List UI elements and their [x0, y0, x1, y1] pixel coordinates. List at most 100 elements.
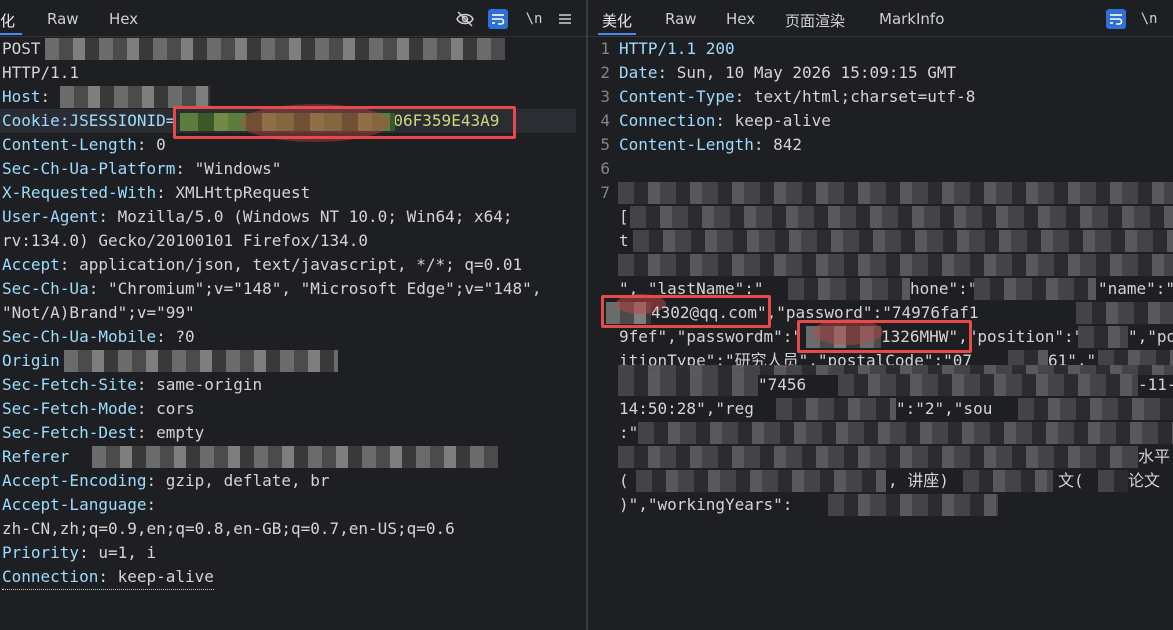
header-accept-encoding: Accept-Encoding: gzip, deflate, br [2, 469, 330, 493]
redacted-origin [64, 350, 338, 372]
body-text: 14:50:28","reg [619, 399, 754, 418]
body-line: :" [619, 421, 638, 445]
header-key: Connection [619, 111, 716, 130]
header-key: Content-Type [619, 87, 735, 106]
body-line: ","po [1128, 325, 1173, 349]
body-line: , 讲座) [888, 469, 949, 493]
redacted-body-row [638, 422, 1173, 444]
header-key: Referer [2, 447, 70, 466]
method-text: POST [2, 39, 41, 58]
tab-hex[interactable]: Hex [109, 10, 138, 28]
tab-hex[interactable]: Hex [726, 10, 755, 28]
body-text: ","po [1128, 327, 1173, 346]
line-number: 4 [600, 111, 610, 130]
body-text: t [619, 231, 629, 250]
newline-toggle[interactable]: \n [1137, 9, 1161, 29]
header-fetch-site: Sec-Fetch-Site: same-origin [2, 373, 262, 397]
body-line: 14:50:28","reg [619, 397, 754, 421]
header-value: : Mozilla/5.0 (Windows NT 10.0; Win64; x… [98, 207, 513, 226]
body-text: "name":" [1098, 279, 1173, 298]
header-value: : XMLHttpRequest [156, 183, 311, 202]
response-tabbar: 美化 Raw Hex 页面渲染 MarkInfo \n [588, 0, 1173, 37]
tab-markinfo[interactable]: MarkInfo [879, 10, 944, 28]
redacted-body-row [633, 230, 1173, 252]
header-platform: Sec-Ch-Ua-Platform: "Windows" [2, 157, 281, 181]
header-key: Accept-Encoding [2, 471, 147, 490]
menu-icon[interactable] [555, 9, 575, 29]
header-accept-language: Accept-Language: [2, 493, 156, 517]
header-key: Sec-Ch-Ua-Mobile [2, 327, 157, 346]
eye-off-icon[interactable] [455, 9, 475, 29]
header-key: Priority [2, 543, 80, 562]
header-value: : ?0 [156, 327, 195, 346]
body-line: [ [619, 205, 629, 229]
body-line: "name":" [1098, 277, 1173, 301]
wrap-icon[interactable] [488, 9, 508, 29]
header-value: : application/json, text/javascript, */*… [59, 255, 523, 274]
tab-raw[interactable]: Raw [47, 10, 79, 28]
body-text: ":"2","sou [896, 399, 993, 418]
newline-toggle[interactable]: \n [522, 9, 546, 29]
redacted-host [60, 86, 210, 108]
wrap-icon[interactable] [1106, 9, 1126, 29]
header-key: Accept [2, 255, 60, 274]
redacted-working-years [828, 494, 998, 516]
redacted-body-row [838, 374, 1138, 396]
header-key: Sec-Fetch-Dest [2, 423, 137, 442]
header-user-agent-cont: rv:134.0) Gecko/20100101 Firefox/134.0 [2, 229, 368, 253]
tab-render[interactable]: 页面渲染 [785, 10, 845, 31]
body-text: "7456 [758, 375, 807, 394]
body-line: ( [619, 469, 629, 493]
header-origin: Origin [2, 349, 60, 373]
status-text: HTTP/1.1 200 [619, 39, 735, 58]
redacted-last-name [788, 278, 910, 300]
body-line: t [619, 229, 629, 253]
header-referer: Referer [2, 445, 69, 469]
line-number: 5 [600, 135, 610, 154]
redacted-body-row [618, 374, 758, 396]
body-line: 论文 [1128, 469, 1160, 493]
request-pane: 化 Raw Hex \n POST HTTP/1.1 Host: Cookie:… [0, 0, 586, 630]
redacted-referer [92, 446, 498, 468]
header-value: : text/html;charset=utf-8 [734, 87, 976, 106]
header-value: : empty [136, 423, 205, 442]
header-value: : same-origin [136, 375, 263, 394]
redacted-body-row [618, 446, 1138, 468]
body-text: 论文 [1128, 471, 1161, 490]
header-key: Sec-Fetch-Site [2, 375, 137, 394]
header-mobile: Sec-Ch-Ua-Mobile: ?0 [2, 325, 195, 349]
protocol-line: HTTP/1.1 [2, 61, 79, 85]
highlight-box-cookie [173, 106, 516, 139]
header-priority: Priority: u=1, i [2, 541, 156, 565]
redacted-register [776, 398, 896, 420]
tab-raw[interactable]: Raw [665, 10, 697, 28]
highlight-box-email [601, 295, 771, 328]
header-key: Cookie:JSESSIONID= [2, 111, 176, 130]
body-text: ( [619, 471, 629, 490]
redacted-password [1076, 302, 1173, 324]
header-key: Content-Length [2, 135, 137, 154]
redacted-position [1078, 326, 1128, 348]
redacted-body-row [618, 254, 1173, 276]
redacted-body-row [630, 206, 1173, 228]
header-value: zh-CN,zh;q=0.9,en;q=0.8,en-GB;q=0.7,en-U… [2, 519, 455, 538]
body-line: )","workingYears": [619, 493, 792, 517]
tab-pretty[interactable]: 美化 [602, 10, 632, 31]
body-text: 文( [1058, 471, 1084, 490]
body-text: [ [619, 207, 629, 226]
header-value: : cors [136, 399, 195, 418]
body-line: -11- [1138, 373, 1173, 397]
header-key: Date [619, 63, 658, 82]
body-text: , 讲座) [888, 471, 949, 490]
redacted-body-row [963, 470, 1053, 492]
header-content-length: Content-Length: 842 [619, 133, 802, 157]
header-key: Host [2, 87, 41, 106]
body-text: 水平 [1138, 447, 1171, 466]
header-value: : keep-alive [98, 567, 214, 586]
body-text: )","workingYears": [619, 495, 793, 514]
protocol-text: HTTP/1.1 [2, 63, 80, 82]
header-content-length: Content-Length: 0 [2, 133, 166, 157]
redacted-body-row [636, 470, 886, 492]
redacted-source [1018, 398, 1173, 420]
tab-pretty[interactable]: 化 [0, 10, 15, 31]
